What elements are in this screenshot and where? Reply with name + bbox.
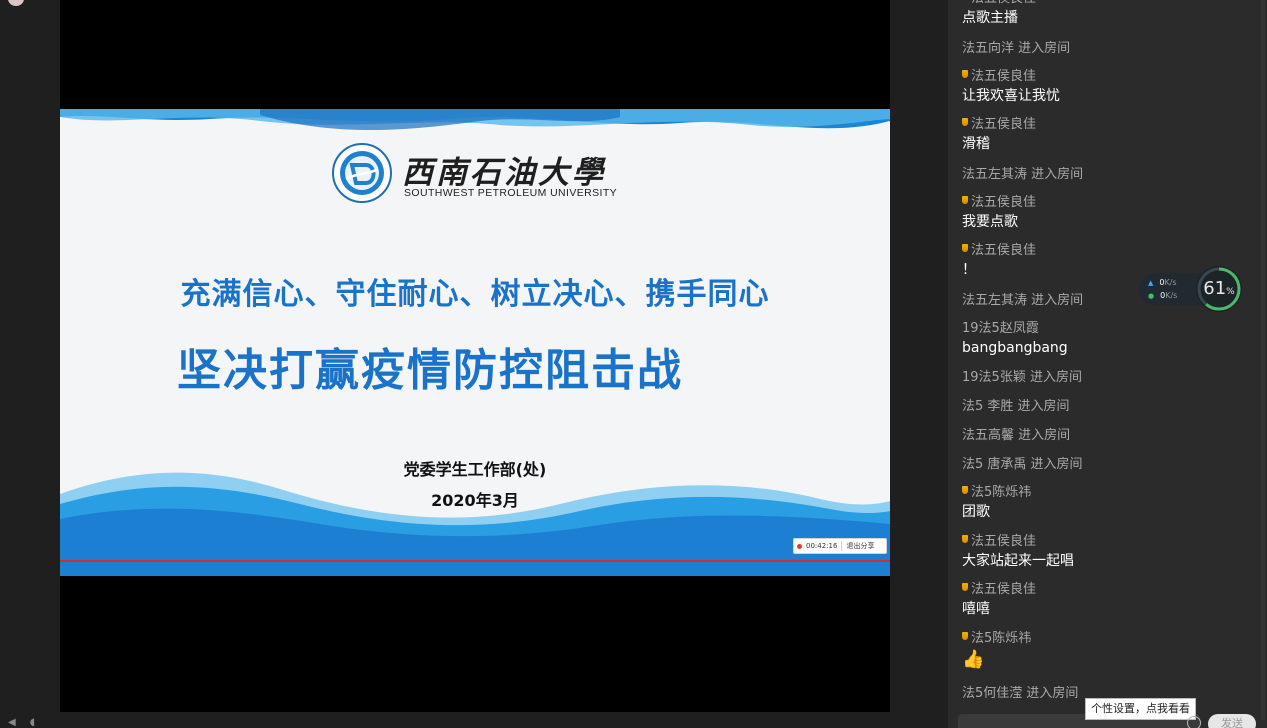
slide-title: 坚决打赢疫情防控阻击战 [177,345,683,396]
network-speed-widget[interactable]: ▲ 0K/s ● 0K/s 61% [1139,266,1243,312]
chat-username[interactable]: 法五侯良佳 [971,69,1036,84]
slide-organization: 党委学生工作部(处) [403,460,547,479]
university-name-en: SOUTHWEST PETROLEUM UNIVERSITY [404,187,618,199]
divider [841,541,843,551]
chat-message: 法五侯良佳嘻嘻 [962,581,1252,619]
system-message: 法五高馨 进入房间 [962,428,1071,443]
chat-message: 法五侯良佳让我欢喜让我忧 [962,68,1252,106]
chat-message: 法五侯良佳滑稽 [962,116,1252,154]
slide-slogan: 充满信心、守住耐心、树立决心、携手同心 [180,277,770,312]
medal-icon [962,534,968,543]
university-logo: 西南石油大學 SOUTHWEST PETROLEUM UNIVERSITY [332,143,632,209]
chat-text: 滑稽 [962,136,990,152]
system-message: 法五向洋 进入房间 [962,40,1071,56]
shared-slide: 西南石油大學 SOUTHWEST PETROLEUM UNIVERSITY 充满… [60,109,890,576]
medal-icon [962,69,968,78]
thumbs-up-icon: 👍 [962,648,985,670]
chat-username[interactable]: 19法5赵凤霞 [962,321,1039,336]
chat-username[interactable]: 法五侯良佳 [971,534,1036,549]
chat-text: 点歌主播 [962,10,1018,26]
system-message: 法5 李胜 进入房间 [962,399,1070,414]
video-player[interactable]: 西南石油大學 SOUTHWEST PETROLEUM UNIVERSITY 充满… [60,0,890,712]
chat-text: bangbangbang [962,339,1068,356]
chat-scrollbar[interactable] [1261,0,1265,720]
medal-icon [962,118,968,126]
chat-panel: 法五侯良佳点歌主播法五向洋 进入房间法五侯良佳让我欢喜让我忧法五侯良佳滑稽法五左… [948,0,1267,728]
chat-username[interactable]: 法五侯良佳 [971,582,1036,597]
chat-message: 法五侯良佳我要点歌 [962,194,1252,232]
live-classroom-window: 西南石油大學 SOUTHWEST PETROLEUM UNIVERSITY 充满… [0,0,1267,728]
system-message: 法五左其涛 进入房间 [962,292,1084,308]
system-message: 法5何佳滢 进入房间 [962,685,1079,701]
medal-icon [962,631,968,640]
settings-tooltip: 个性设置，点我看看 [1085,698,1196,720]
mic-icon[interactable]: ◖ [30,717,35,728]
avatar[interactable] [8,0,24,6]
send-button[interactable]: 发送 [1208,714,1256,728]
system-message: 法5 唐承禹 进入房间 [962,457,1083,472]
medal-icon [962,244,968,252]
university-emblem-icon [332,143,392,203]
exit-share-button[interactable]: 退出分享 [846,541,874,551]
medal-icon [962,583,968,591]
medal-icon [962,486,968,494]
chat-text: 我要点歌 [962,213,1018,230]
medal-icon [962,195,968,204]
chat-username[interactable]: 法五侯良佳 [971,243,1036,258]
upload-arrow-icon: ▲ [1148,279,1154,287]
progress-line [60,560,890,562]
chat-username[interactable]: 法五侯良佳 [971,0,1036,6]
memory-percent: 61% [1203,278,1235,299]
share-timer: 00:42:16 [806,542,838,550]
chat-username[interactable]: 法五侯良佳 [971,117,1036,132]
recording-dot-icon [797,543,802,549]
system-message: 法五左其涛 进入房间 [962,166,1084,182]
slide-date: 2020年3月 [431,491,519,510]
chat-username[interactable]: 法5陈烁祎 [971,631,1031,646]
chat-message: 法5陈烁祎 👍 [962,630,1252,674]
stage-area: 西南石油大學 SOUTHWEST PETROLEUM UNIVERSITY 充满… [0,0,948,728]
chat-username[interactable]: 法5陈烁祎 [971,485,1031,500]
chat-message: 法5陈烁祎团歌 [962,484,1252,522]
university-name-cn: 西南石油大學 [402,155,606,191]
bottom-status: ◀ ◖ [8,716,35,728]
chat-message: 法五侯良佳大家站起来一起唱 [962,533,1252,571]
chat-text: 嘻嘻 [962,601,990,617]
chat-message: 19法5赵凤霞 bangbangbang [962,320,1252,358]
chat-username[interactable]: 法五侯良佳 [971,195,1036,210]
download-arrow-icon: ● [1148,292,1155,300]
emoji-icon[interactable] [1187,716,1201,728]
system-message: 19法5张颖 进入房间 [962,370,1082,385]
chat-message: 法五侯良佳点歌主播 [962,0,1252,28]
chat-text: 让我欢喜让我忧 [962,87,1060,104]
screen-share-bar: 00:42:16 退出分享 [793,538,887,554]
chat-text: 大家站起来一起唱 [962,552,1074,569]
volume-icon[interactable]: ◀ [8,717,16,728]
chat-text: 团歌 [962,504,990,520]
